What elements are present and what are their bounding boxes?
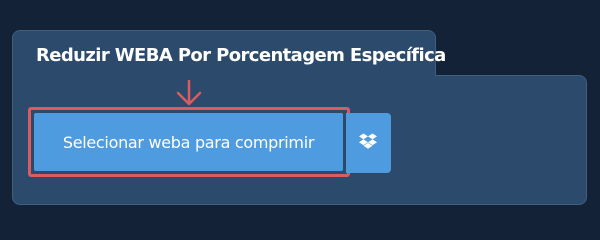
- dropbox-button[interactable]: [346, 113, 391, 173]
- select-file-button[interactable]: Selecionar weba para comprimir: [34, 113, 343, 171]
- panel-title: Reduzir WEBA Por Porcentagem Específica: [36, 45, 446, 66]
- dropbox-icon: [359, 133, 377, 149]
- arrow-down-icon: [176, 80, 202, 106]
